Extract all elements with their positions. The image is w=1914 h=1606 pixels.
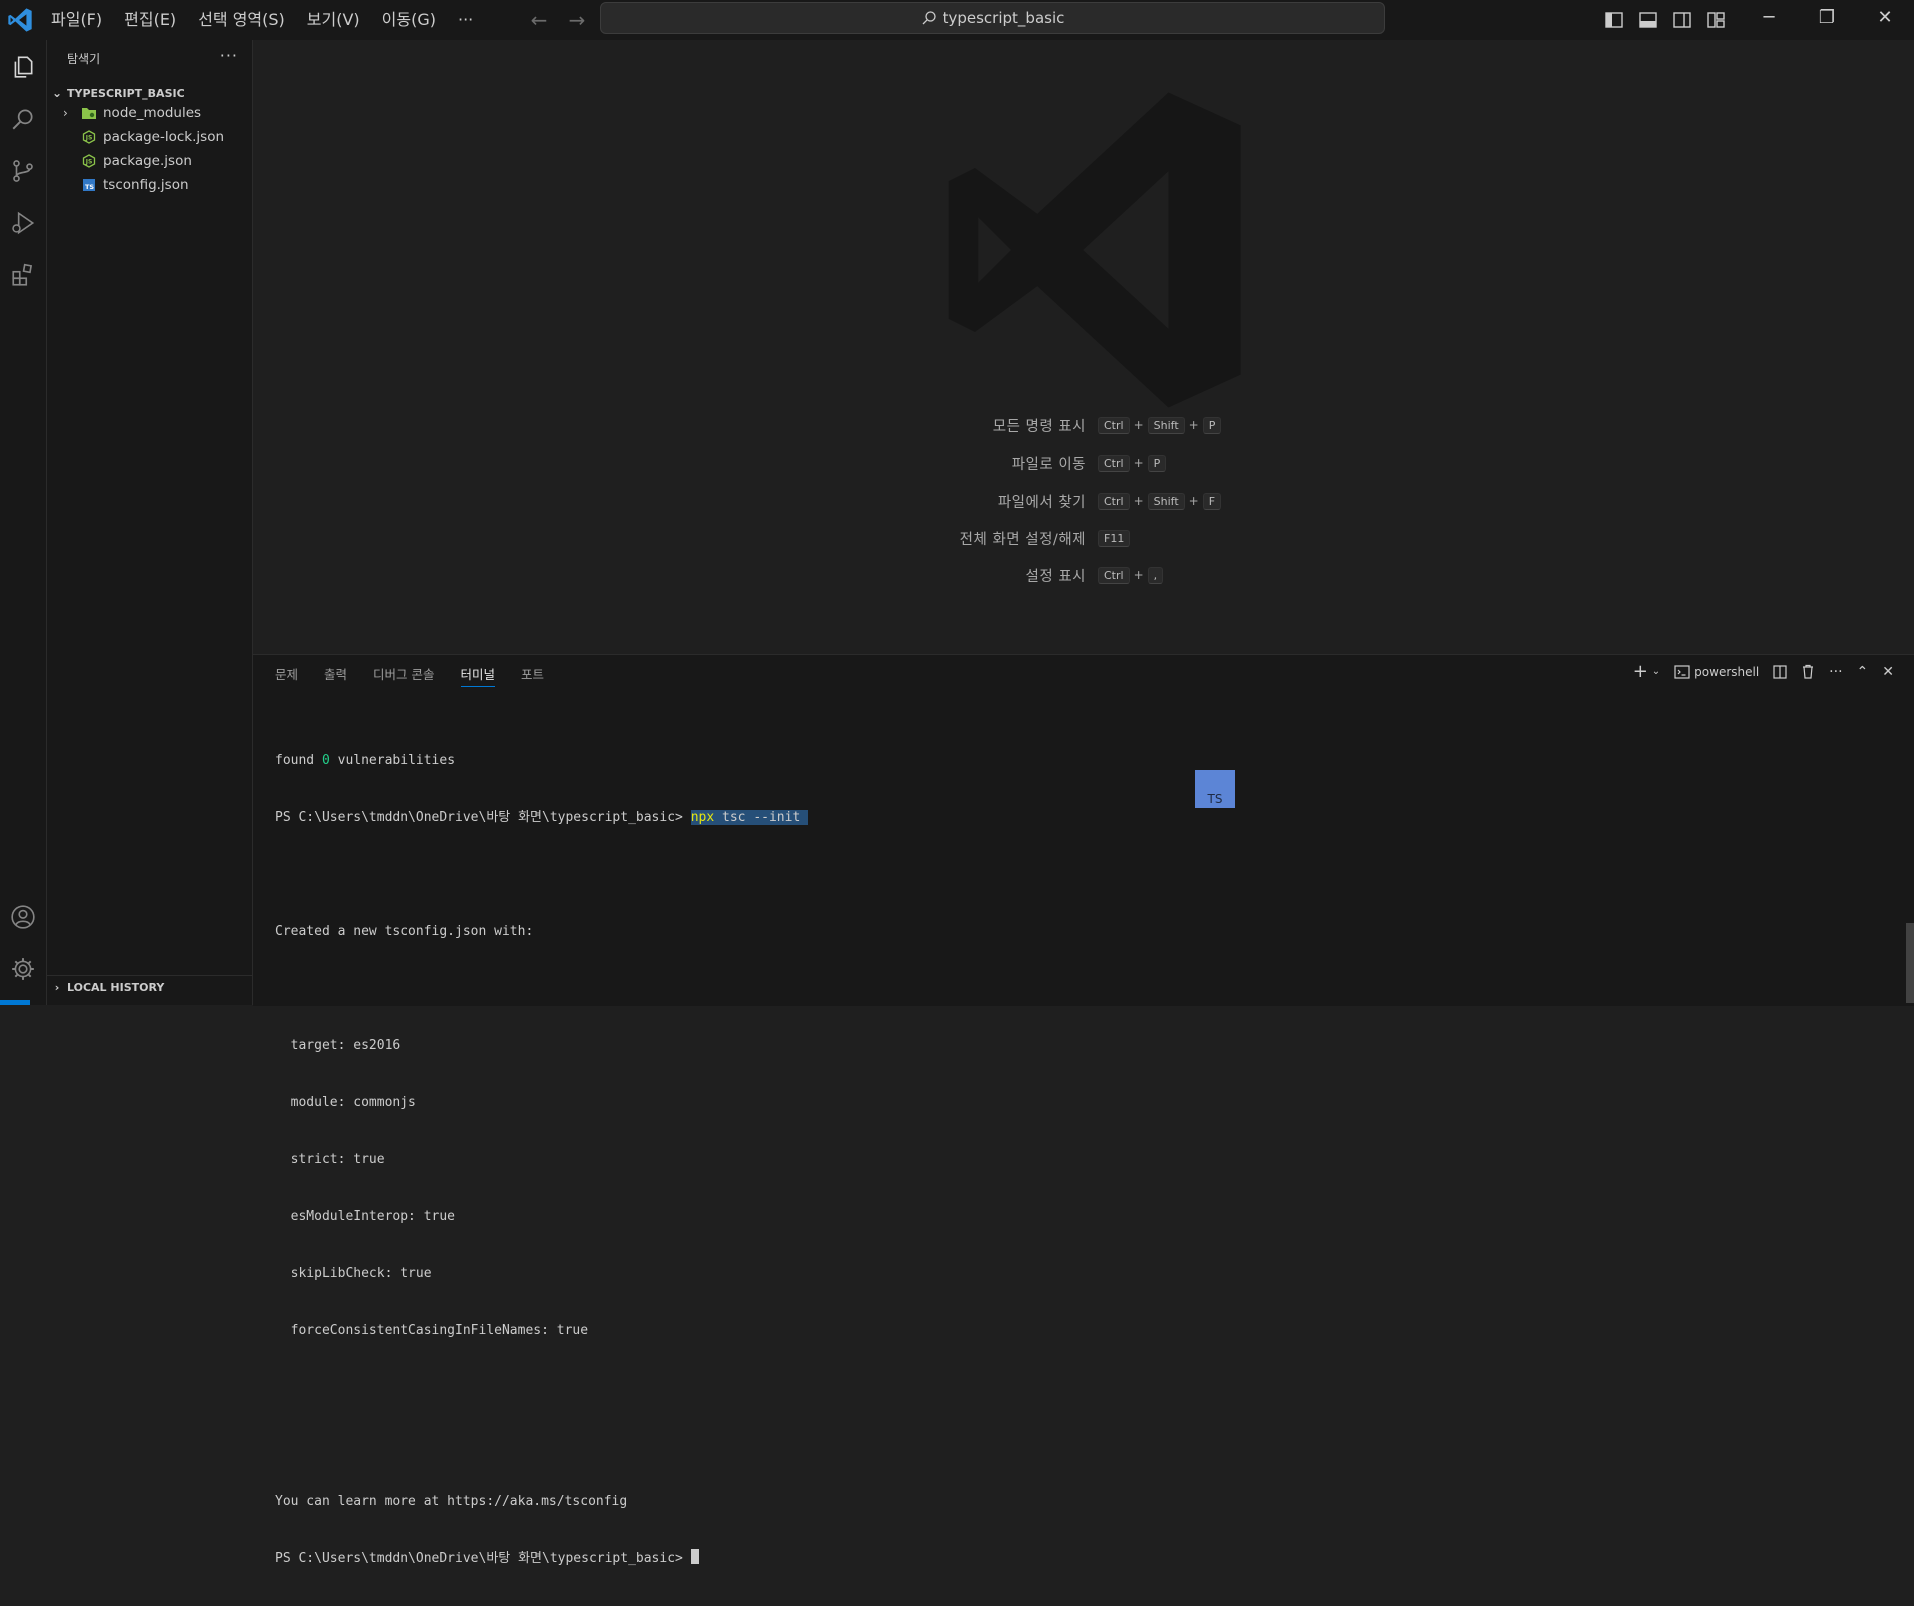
tab-terminal[interactable]: 터미널: [460, 655, 495, 691]
customize-layout-icon[interactable]: [1702, 6, 1730, 34]
tree-item-label: node_modules: [103, 105, 202, 121]
npm-json-icon: JS: [81, 153, 97, 169]
menu-go[interactable]: 이동(G): [371, 0, 447, 40]
terminal-line: esModuleInterop: true: [275, 1209, 456, 1224]
maximize-panel-icon[interactable]: ⌃: [1857, 664, 1869, 680]
shell-name: powershell: [1694, 664, 1760, 679]
vscode-logo-icon[interactable]: [6, 6, 34, 34]
status-accent: [0, 1000, 30, 1005]
menu-bar: 파일(F) 편집(E) 선택 영역(S) 보기(V) 이동(G) ···: [40, 0, 484, 40]
terminal-line: skipLibCheck: true: [275, 1266, 432, 1281]
terminal-icon: [1674, 664, 1690, 679]
split-terminal-icon[interactable]: [1773, 664, 1787, 679]
ts-badge: TS: [1195, 770, 1235, 808]
terminal-line: PS C:\Users\tmddn\OneDrive\바탕 화면\typescr…: [275, 1549, 1894, 1568]
tree-item-tsconfig[interactable]: TS tsconfig.json: [47, 173, 252, 197]
tree-item-label: tsconfig.json: [103, 177, 189, 193]
shortcut-go-to-file: 파일로 이동 Ctrl + P: [673, 450, 1473, 476]
command-center-search[interactable]: typescript_basic: [600, 2, 1385, 34]
tab-debug-console[interactable]: 디버그 콘솔: [373, 655, 434, 691]
editor-area: 모든 명령 표시 Ctrl + Shift + P 파일로 이동 Ctrl + P 파…: [253, 40, 1914, 654]
terminal-line: found 0 vulnerabilities: [275, 753, 456, 768]
menu-view[interactable]: 보기(V): [296, 0, 371, 40]
activity-bar: [0, 40, 47, 1005]
tree-item-node-modules[interactable]: › node_modules: [47, 101, 252, 125]
explorer-icon[interactable]: [4, 48, 42, 86]
local-history-label: LOCAL HISTORY: [67, 980, 165, 994]
menu-selection[interactable]: 선택 영역(S): [187, 0, 296, 40]
svg-text:JS: JS: [85, 135, 93, 142]
toggle-panel-icon[interactable]: [1634, 6, 1662, 34]
terminal-line: target: es2016: [275, 1038, 401, 1053]
menu-file[interactable]: 파일(F): [40, 0, 113, 40]
source-control-icon[interactable]: [4, 152, 42, 190]
back-arrow-icon[interactable]: ←: [525, 6, 553, 34]
accounts-icon[interactable]: [4, 898, 42, 936]
panel-actions: + ⌄ powershell ··· ⌃ ✕: [1633, 661, 1894, 682]
terminal-line: PS C:\Users\tmddn\OneDrive\바탕 화면\typescr…: [275, 810, 809, 825]
plus-icon: +: [1632, 661, 1648, 682]
local-history-section[interactable]: › LOCAL HISTORY: [47, 975, 252, 998]
terminal-line: module: commonjs: [275, 1095, 416, 1110]
svg-text:JS: JS: [85, 159, 93, 166]
shortcut-find-in-files: 파일에서 찾기 Ctrl + Shift + F: [673, 488, 1473, 514]
vscode-watermark-icon: [948, 92, 1241, 408]
search-icon[interactable]: [4, 100, 42, 138]
menu-edit[interactable]: 편집(E): [113, 0, 187, 40]
tab-problems[interactable]: 문제: [275, 655, 298, 691]
forward-arrow-icon[interactable]: →: [563, 6, 591, 34]
terminal-line: You can learn more at https://aka.ms/tsc…: [275, 1494, 628, 1509]
terminal-line: forceConsistentCasingInFileNames: true: [275, 1323, 589, 1338]
folder-node-icon: [81, 105, 97, 121]
sidebar-title: 탐색기: [67, 52, 101, 66]
tsconfig-icon: TS: [81, 177, 97, 193]
shortcut-show-settings: 설정 표시 Ctrl + ,: [673, 562, 1473, 588]
search-icon: [922, 11, 936, 25]
svg-text:TS: TS: [85, 183, 94, 191]
bottom-panel: 문제 출력 디버그 콘솔 터미널 포트 + ⌄ powershell ··· ⌃…: [253, 654, 1914, 1566]
toggle-secondary-sidebar-icon[interactable]: [1668, 6, 1696, 34]
tab-output[interactable]: 출력: [324, 655, 347, 691]
terminal-line: strict: true: [275, 1152, 385, 1167]
tree-item-label: package.json: [103, 153, 192, 169]
window-controls: ─ ❐ ✕: [1740, 0, 1914, 34]
terminal-shell-selector[interactable]: powershell: [1674, 665, 1759, 679]
tab-ports[interactable]: 포트: [521, 655, 544, 691]
tree-item-package-json[interactable]: JS package.json: [47, 149, 252, 173]
minimize-icon[interactable]: ─: [1740, 0, 1798, 34]
new-terminal-button[interactable]: + ⌄: [1633, 661, 1660, 682]
workspace-folder-name: TYPESCRIPT_BASIC: [67, 86, 185, 100]
explorer-sidebar: 탐색기 ··· ⌄ TYPESCRIPT_BASIC › node_module…: [47, 40, 253, 1005]
navigation-arrows: ← →: [525, 6, 591, 34]
sidebar-more-actions[interactable]: ···: [220, 46, 238, 65]
more-actions-icon[interactable]: ···: [1829, 664, 1842, 680]
shortcut-toggle-fullscreen: 전체 화면 설정/해제 F11: [673, 525, 1473, 551]
close-icon[interactable]: ✕: [1856, 0, 1914, 34]
tree-item-label: package-lock.json: [103, 129, 225, 145]
toggle-primary-sidebar-icon[interactable]: [1600, 6, 1628, 34]
chevron-down-icon: ⌄: [51, 86, 63, 100]
tree-item-package-lock[interactable]: JS package-lock.json: [47, 125, 252, 149]
terminal-cursor: [690, 1549, 699, 1564]
chevron-right-icon: ›: [54, 980, 60, 994]
title-bar: 파일(F) 편집(E) 선택 영역(S) 보기(V) 이동(G) ··· ← →…: [0, 0, 1914, 41]
panel-tabs: 문제 출력 디버그 콘솔 터미널 포트: [275, 655, 544, 691]
command-center-text: typescript_basic: [942, 9, 1065, 27]
manage-gear-icon[interactable]: [4, 950, 42, 988]
extensions-icon[interactable]: [4, 256, 42, 294]
layout-controls: [1600, 6, 1730, 34]
chevron-right-icon: ›: [63, 106, 68, 120]
terminal-scrollbar[interactable]: [1906, 923, 1914, 1003]
terminal-output[interactable]: found 0 vulnerabilities PS C:\Users\tmdd…: [275, 713, 1894, 1606]
trash-icon[interactable]: [1801, 664, 1815, 679]
menu-more[interactable]: ···: [447, 0, 484, 40]
restore-icon[interactable]: ❐: [1798, 0, 1856, 34]
chevron-down-icon: ⌄: [1651, 666, 1661, 677]
npm-json-icon: JS: [81, 129, 97, 145]
terminal-line: Created a new tsconfig.json with:: [275, 924, 534, 939]
shortcut-show-all-commands: 모든 명령 표시 Ctrl + Shift + P: [673, 412, 1473, 438]
close-panel-icon[interactable]: ✕: [1882, 664, 1894, 680]
run-debug-icon[interactable]: [4, 204, 42, 242]
